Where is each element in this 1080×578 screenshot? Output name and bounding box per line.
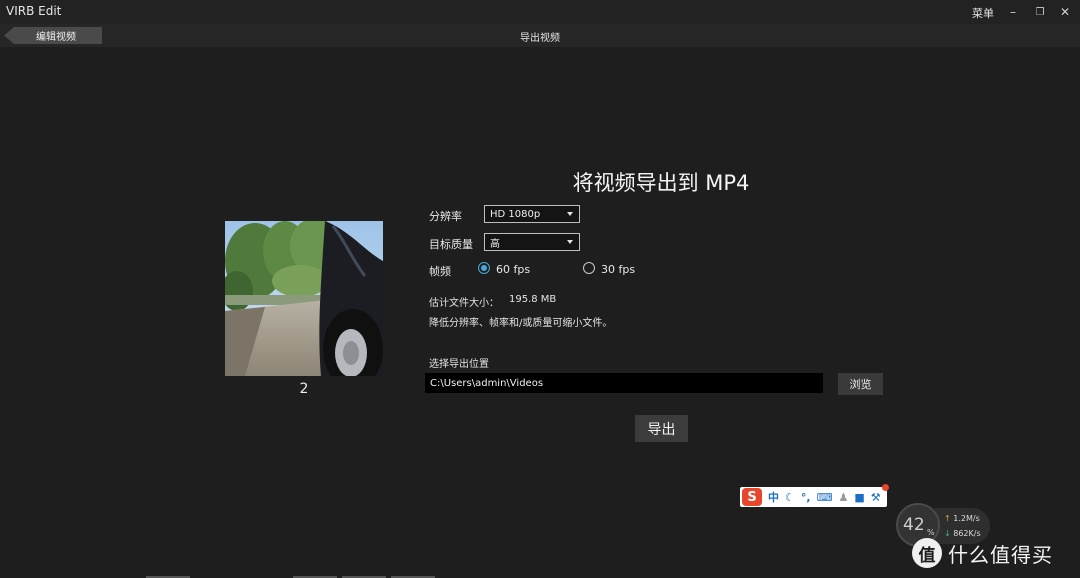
quality-dropdown[interactable]: 高: [484, 233, 580, 251]
upload-unit: M/s: [965, 514, 980, 523]
location-label: 选择导出位置: [429, 359, 489, 370]
page-title: 导出视频: [520, 33, 560, 44]
virb-edit-window: VIRB Edit 菜单 – ❐ ✕ 编辑视频 导出视频 2 将视频导出到 MP…: [0, 0, 1080, 578]
wrench-icon[interactable]: ⚒: [871, 491, 881, 504]
chevron-down-icon: [567, 240, 573, 244]
person-icon[interactable]: ♟: [838, 491, 848, 504]
size-hint: 降低分辨率、帧率和/或质量可缩小文件。: [429, 318, 613, 329]
export-button[interactable]: 导出: [635, 415, 688, 442]
fps-30-label: 30 fps: [601, 263, 636, 276]
close-icon[interactable]: ✕: [1056, 3, 1074, 21]
moon-icon[interactable]: ☾: [785, 491, 795, 504]
watermark-logo-icon: 值: [912, 538, 942, 568]
watermark-text: 什么值得买: [948, 542, 1053, 567]
quality-value: 高: [490, 238, 500, 250]
estimated-size-value: 195.8 MB: [509, 294, 557, 305]
punctuation-icon[interactable]: °,: [801, 491, 811, 504]
fps-60-radio[interactable]: [478, 262, 490, 274]
restore-icon[interactable]: ❐: [1031, 3, 1049, 21]
export-path-field[interactable]: [425, 373, 823, 393]
estimated-size-label: 估计文件大小：: [429, 298, 499, 309]
watermark: 值 什么值得买: [912, 535, 1080, 571]
upload-arrow-icon: ↑: [944, 514, 951, 523]
memory-percent: 42: [903, 515, 925, 535]
sogou-logo-icon[interactable]: S: [742, 488, 762, 506]
fps-60-label: 60 fps: [496, 263, 531, 276]
chevron-down-icon: [567, 212, 573, 216]
app-title: VIRB Edit: [6, 4, 62, 18]
framerate-label: 帧频: [429, 265, 451, 278]
clip-thumbnail: [225, 221, 383, 376]
nav-bar: 编辑视频 导出视频: [0, 24, 1080, 47]
export-heading: 将视频导出到 MP4: [572, 171, 750, 195]
upload-value: 1.2: [953, 514, 966, 523]
resolution-label: 分辨率: [429, 210, 462, 223]
shirt-icon[interactable]: ■: [854, 491, 864, 504]
keyboard-icon[interactable]: ⌨: [817, 491, 833, 504]
clip-number: 2: [299, 381, 309, 397]
notification-dot: [882, 484, 889, 491]
fps-30-radio[interactable]: [583, 262, 595, 274]
browse-button[interactable]: 浏览: [838, 373, 883, 395]
upload-speed: ↑ 1.2M/s: [944, 514, 980, 523]
resolution-value: HD 1080p: [490, 208, 541, 220]
quality-label: 目标质量: [429, 238, 473, 251]
title-bar: VIRB Edit 菜单 – ❐ ✕: [0, 0, 1080, 24]
minimize-icon[interactable]: –: [1004, 3, 1022, 21]
ime-toolbar: S 中 ☾ °, ⌨ ♟ ■ ⚒: [740, 484, 889, 507]
menu-button[interactable]: 菜单: [972, 5, 994, 21]
resolution-dropdown[interactable]: HD 1080p: [484, 205, 580, 223]
ime-mode-toggle[interactable]: 中: [768, 489, 779, 505]
